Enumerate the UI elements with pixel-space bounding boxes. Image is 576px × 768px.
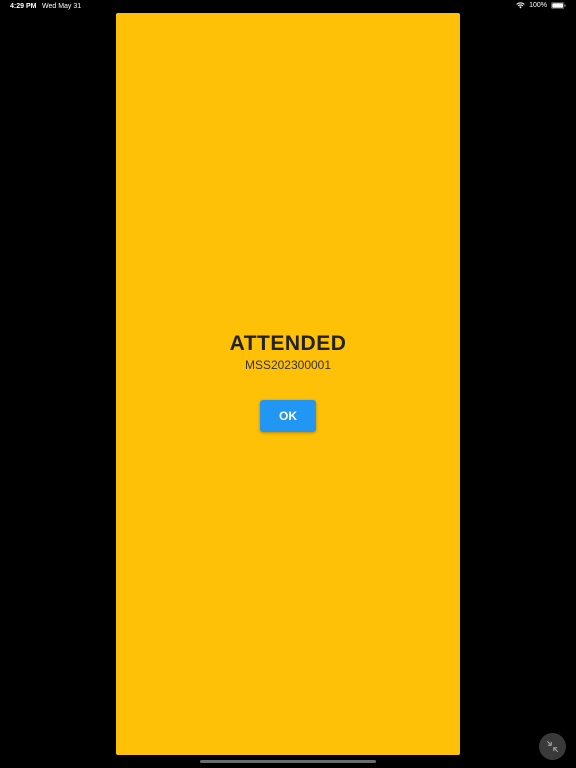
wifi-icon [516, 2, 525, 9]
attendance-result: ATTENDED MSS202300001 [116, 331, 460, 372]
ok-button[interactable]: OK [260, 400, 316, 432]
attendance-dialog: ATTENDED MSS202300001 OK [116, 13, 460, 755]
battery-icon [551, 2, 566, 9]
app-screen: 4:29 PM Wed May 31 100% ATTENDED MSS2023… [0, 0, 576, 768]
attendance-status-title: ATTENDED [229, 332, 347, 355]
battery-percent: 100% [529, 2, 547, 9]
student-id-label: MSS202300001 [244, 358, 332, 372]
status-time: 4:29 PM [10, 3, 37, 10]
status-indicators: 100% [516, 2, 566, 9]
status-date: Wed May 31 [42, 3, 82, 10]
shrink-button[interactable] [539, 733, 566, 760]
home-indicator[interactable] [200, 760, 376, 763]
shrink-icon [547, 741, 558, 752]
status-bar: 4:29 PM Wed May 31 100% [0, 0, 576, 14]
